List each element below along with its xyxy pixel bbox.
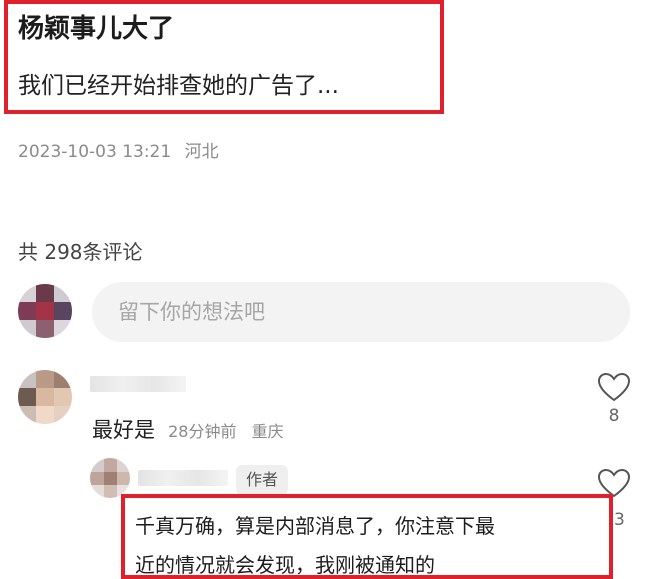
author-avatar[interactable]: [90, 458, 130, 498]
comment-text: 最好是: [92, 418, 155, 442]
comment-count: 共 298条评论: [18, 240, 143, 264]
comment-item: 最好是 28分钟前 重庆: [92, 414, 284, 444]
reply-text-line-1: 千真万确，算是内部消息了，你注意下最: [135, 514, 495, 538]
post-body: 我们已经开始排查她的广告了...: [18, 73, 339, 99]
post-location: 河北: [184, 142, 219, 162]
comment-input[interactable]: 留下你的想法吧: [92, 282, 630, 342]
author-name-blurred: [138, 470, 228, 486]
reply-text-line-2: 近的情况就会发现，我刚被通知的: [135, 553, 435, 577]
post-title: 杨颖事儿大了: [18, 14, 175, 44]
comment-location: 重庆: [251, 422, 284, 441]
heart-outline-icon: [597, 372, 631, 402]
author-badge: 作者: [236, 465, 289, 495]
comment-like-button[interactable]: 8: [597, 372, 631, 426]
comment-time: 28分钟前: [168, 422, 237, 441]
current-user-avatar[interactable]: [18, 284, 72, 338]
post-timestamp: 2023-10-03 13:21: [18, 142, 172, 162]
post-meta: 2023-10-03 13:21 河北: [18, 137, 219, 162]
commenter-avatar[interactable]: [18, 370, 72, 424]
commenter-name-blurred: [90, 376, 186, 392]
comment-like-count: 8: [608, 406, 620, 426]
